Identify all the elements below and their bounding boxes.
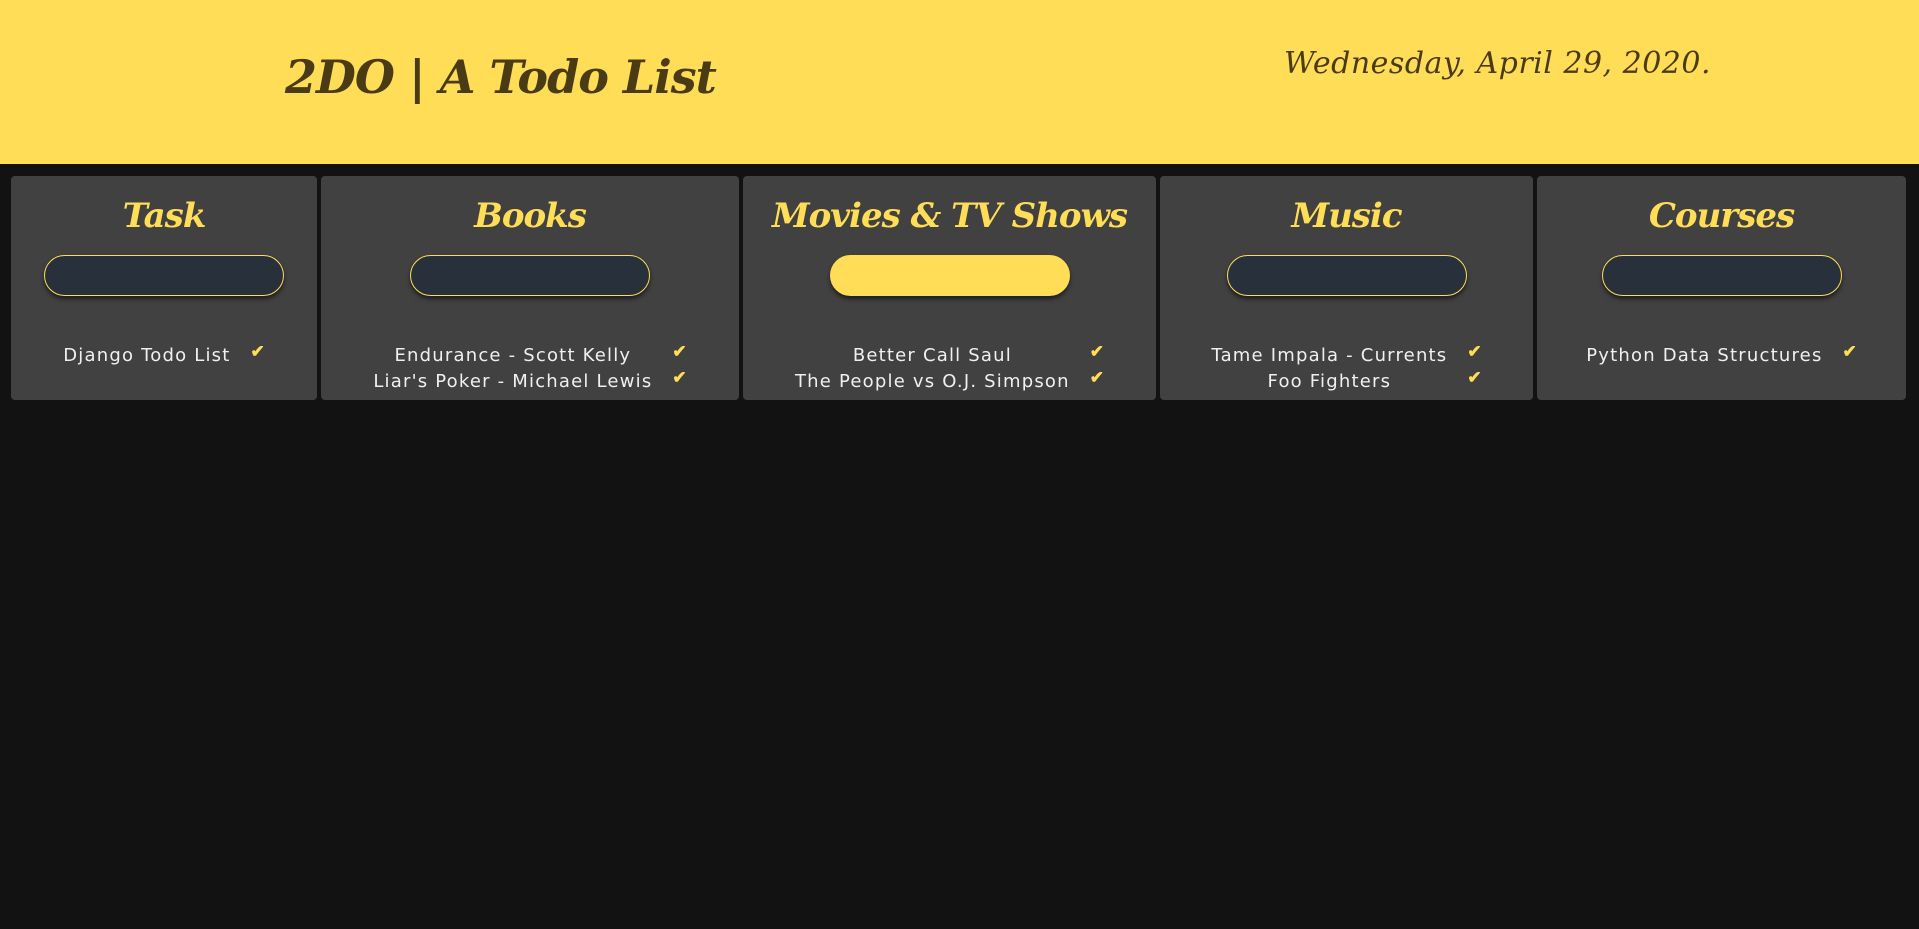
check-icon[interactable]: ✔ bbox=[1843, 339, 1857, 365]
category-title: Music bbox=[1291, 196, 1402, 236]
courses-input[interactable] bbox=[1601, 255, 1842, 296]
category-card-movies-tv: Movies & TV Shows Better Call Saul ✔ The… bbox=[743, 176, 1156, 400]
app-title: 2DO | A Todo List bbox=[285, 50, 717, 104]
list-item: Django Todo List bbox=[63, 345, 231, 366]
list-item: Foo Fighters bbox=[1267, 371, 1392, 392]
item-list: Endurance - Scott Kelly ✔ Liar's Poker -… bbox=[373, 342, 686, 395]
category-title: Movies & TV Shows bbox=[771, 196, 1128, 236]
check-icon[interactable]: ✔ bbox=[1090, 339, 1104, 365]
check-icon[interactable]: ✔ bbox=[1467, 365, 1481, 391]
category-card-task: Task Django Todo List ✔ bbox=[11, 176, 317, 400]
category-title: Courses bbox=[1648, 196, 1795, 236]
check-icon[interactable]: ✔ bbox=[672, 339, 686, 365]
category-title: Task bbox=[122, 196, 207, 236]
list-item: Tame Impala - Currents bbox=[1211, 345, 1448, 366]
list-item: Endurance - Scott Kelly bbox=[394, 345, 632, 366]
category-title: Books bbox=[474, 196, 587, 236]
check-icon[interactable]: ✔ bbox=[1467, 339, 1481, 365]
item-list: Better Call Saul ✔ The People vs O.J. Si… bbox=[794, 342, 1104, 395]
books-input[interactable] bbox=[410, 255, 650, 296]
check-icon[interactable]: ✔ bbox=[672, 365, 686, 391]
app-header: 2DO | A Todo List Wednesday, April 29, 2… bbox=[0, 0, 1919, 164]
list-item: Python Data Structures bbox=[1586, 345, 1823, 366]
current-date: Wednesday, April 29, 2020. bbox=[1284, 46, 1712, 81]
category-card-books: Books Endurance - Scott Kelly ✔ Liar's P… bbox=[321, 176, 739, 400]
category-card-music: Music Tame Impala - Currents ✔ Foo Fight… bbox=[1160, 176, 1533, 400]
item-list: Python Data Structures ✔ bbox=[1586, 342, 1857, 369]
category-card-courses: Courses Python Data Structures ✔ bbox=[1537, 176, 1906, 400]
list-item: Liar's Poker - Michael Lewis bbox=[373, 371, 653, 392]
check-icon[interactable]: ✔ bbox=[250, 339, 264, 365]
list-item: Better Call Saul bbox=[852, 345, 1012, 366]
task-input[interactable] bbox=[44, 255, 284, 296]
category-columns: Task Django Todo List ✔ Books Endurance … bbox=[0, 164, 1919, 400]
item-list: Tame Impala - Currents ✔ Foo Fighters ✔ bbox=[1211, 342, 1481, 395]
movies-tv-input[interactable] bbox=[829, 255, 1070, 296]
item-list: Django Todo List ✔ bbox=[63, 342, 264, 369]
list-item: The People vs O.J. Simpson bbox=[794, 371, 1070, 392]
check-icon[interactable]: ✔ bbox=[1090, 365, 1104, 391]
music-input[interactable] bbox=[1226, 255, 1467, 296]
